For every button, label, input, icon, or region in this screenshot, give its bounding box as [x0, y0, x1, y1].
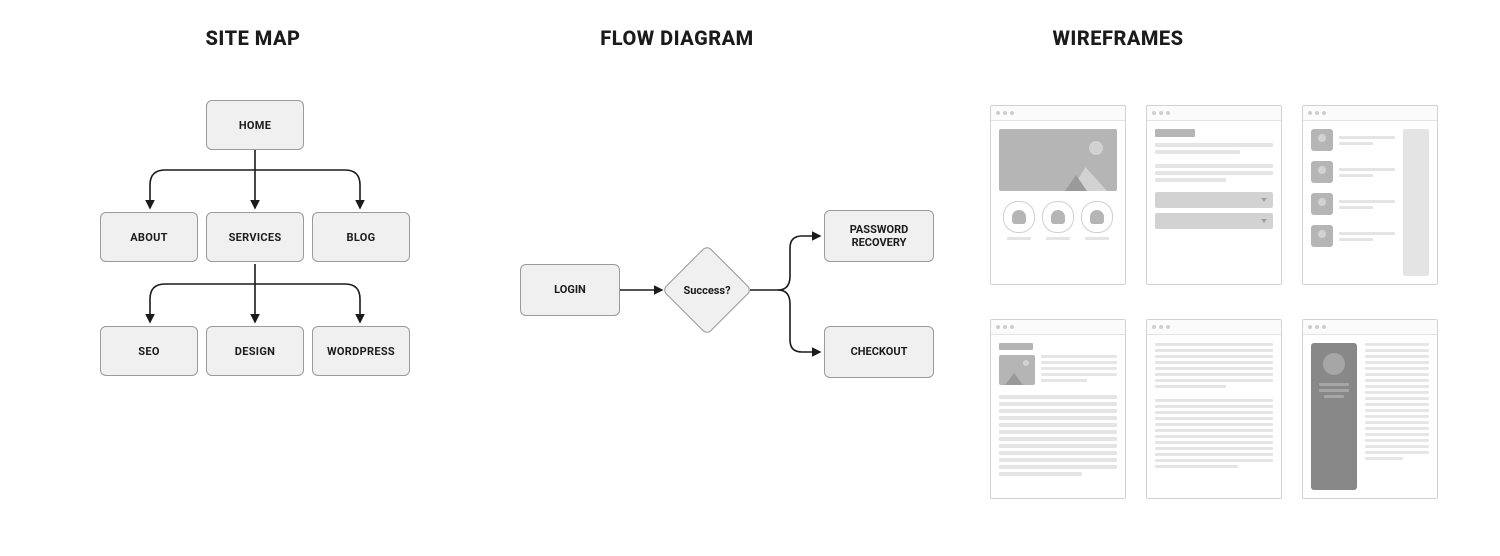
flow-decision-label: Success? — [683, 284, 730, 297]
sitemap-title: SITE MAP — [206, 26, 301, 50]
wireframes-title: WIREFRAMES — [1052, 26, 1183, 50]
wireframe-5 — [1146, 319, 1282, 499]
hero-image-placeholder — [999, 129, 1117, 191]
flow-node-login: LOGIN — [520, 264, 620, 316]
wireframes-grid — [990, 105, 1440, 499]
wireframe-3 — [1302, 105, 1438, 285]
sitemap-node-about: ABOUT — [100, 212, 198, 262]
sitemap-diagram: HOME ABOUT SERVICES BLOG SEO DESIGN WORD… — [95, 100, 415, 500]
feature-sidebar — [1311, 343, 1357, 490]
flow-node-checkout: CHECKOUT — [824, 326, 934, 378]
wireframe-titlebar — [1147, 106, 1281, 121]
wireframe-titlebar — [991, 106, 1125, 121]
sitemap-connectors — [95, 100, 415, 500]
flow-title: FLOW DIAGRAM — [600, 26, 753, 50]
flow-decision-success: Success? — [664, 247, 750, 333]
sitemap-node-wordpress: WORDPRESS — [312, 326, 410, 376]
sidebar-placeholder — [1403, 129, 1429, 276]
wireframe-titlebar — [1303, 106, 1437, 121]
flow-node-password-recovery: PASSWORD RECOVERY — [824, 210, 934, 262]
sitemap-node-seo: SEO — [100, 326, 198, 376]
wireframe-1 — [990, 105, 1126, 285]
page: SITE MAP FLOW DIAGRAM WIREFRAMES — [0, 0, 1500, 556]
wireframe-titlebar — [1303, 320, 1437, 335]
wireframe-titlebar — [1147, 320, 1281, 335]
wireframe-titlebar — [991, 320, 1125, 335]
dropdown-placeholder — [1155, 213, 1273, 229]
sitemap-node-services: SERVICES — [206, 212, 304, 262]
wireframe-2 — [1146, 105, 1282, 285]
sitemap-node-design: DESIGN — [206, 326, 304, 376]
wireframe-6 — [1302, 319, 1438, 499]
sitemap-node-blog: BLOG — [312, 212, 410, 262]
wireframe-4 — [990, 319, 1126, 499]
dropdown-placeholder — [1155, 192, 1273, 208]
sitemap-node-home: HOME — [206, 100, 304, 150]
flow-diagram: LOGIN Success? PASSWORD RECOVERY CHECKOU… — [520, 200, 940, 460]
thumbnail-placeholder — [999, 355, 1035, 385]
avatar-row — [999, 201, 1117, 240]
